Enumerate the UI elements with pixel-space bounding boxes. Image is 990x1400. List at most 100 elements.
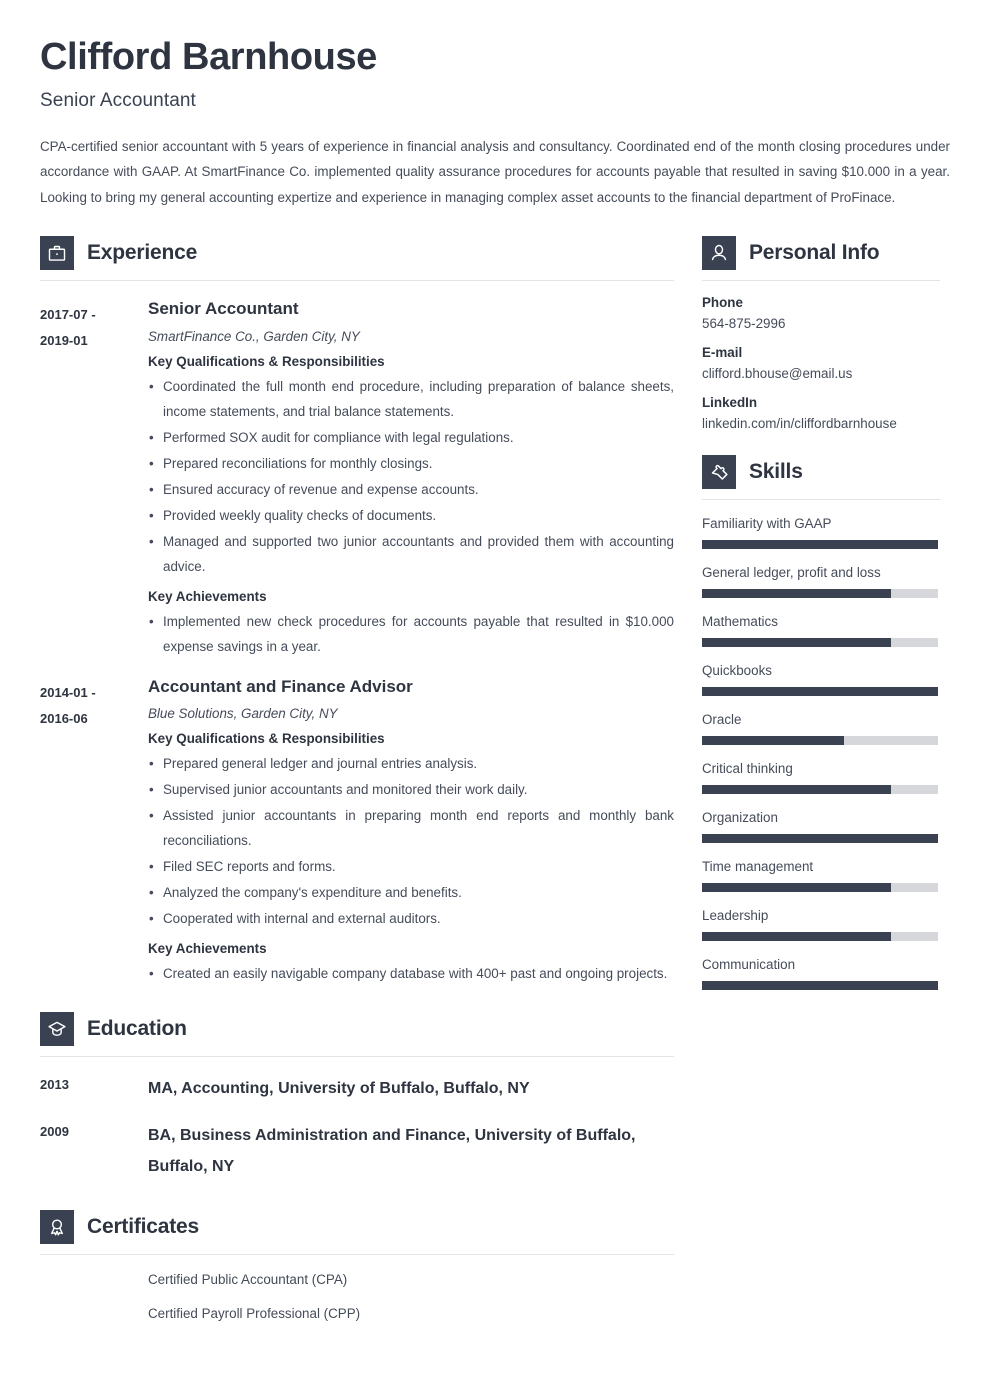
personal-info-item: Phone 564-875-2996 — [702, 295, 940, 331]
skill-item: Time management — [702, 859, 940, 893]
list-item: Assisted junior accountants in preparing… — [148, 803, 674, 853]
list-item: Supervised junior accountants and monito… — [148, 777, 674, 802]
skill-bar-fill — [702, 883, 891, 893]
skill-item: Mathematics — [702, 614, 940, 648]
experience-dates: 2017-07 - 2019-01 — [40, 299, 148, 658]
info-label: E-mail — [702, 345, 743, 361]
skill-name: Quickbooks — [702, 663, 772, 679]
skill-bar-fill — [702, 785, 891, 795]
education-degree: MA, Accounting, University of Buffalo, B… — [148, 1080, 530, 1098]
experience-section-header: Experience — [40, 236, 674, 271]
qualifications-list: Prepared general ledger and journal entr… — [148, 751, 674, 931]
certificates-section-title: Certificates — [87, 1215, 199, 1239]
education-section-header: Education — [40, 1012, 674, 1047]
education-degree: BA, Business Administration and Finance,… — [148, 1127, 636, 1176]
skills-section-title: Skills — [749, 460, 803, 484]
list-item: Coordinated the full month end procedure… — [148, 374, 674, 424]
certificate-entry: Certified Payroll Professional (CPP) — [40, 1305, 674, 1322]
certificate-name: Certified Payroll Professional (CPP) — [148, 1305, 361, 1321]
achievements-list: Created an easily navigable company data… — [148, 961, 674, 986]
skill-item: Communication — [702, 957, 940, 991]
sidebar-column: Personal Info Phone 564-875-2996 E-mail … — [702, 236, 940, 1322]
skill-name: Time management — [702, 859, 814, 875]
skill-item: Leadership — [702, 908, 940, 942]
personal-info-section: Personal Info Phone 564-875-2996 E-mail … — [702, 236, 940, 431]
education-year: 2009 — [40, 1124, 69, 1140]
list-item: Performed SOX audit for compliance with … — [148, 425, 674, 450]
list-item: Filed SEC reports and forms. — [148, 854, 674, 879]
job-role: Senior Accountant — [148, 299, 299, 319]
list-item: Prepared general ledger and journal entr… — [148, 751, 674, 776]
info-label: LinkedIn — [702, 395, 758, 411]
date-end: 2016-06 — [40, 710, 88, 726]
personal-info-item: LinkedIn linkedin.com/in/cliffordbarnhou… — [702, 395, 940, 431]
skill-name: General ledger, profit and loss — [702, 565, 881, 581]
personal-info-section-header: Personal Info — [702, 236, 940, 271]
main-column: Experience 2017-07 - 2019-01 Senior Acco… — [40, 236, 674, 1322]
qualifications-label: Key Qualifications & Responsibilities — [148, 731, 385, 747]
personal-info-item: E-mail clifford.bhouse@email.us — [702, 345, 940, 381]
job-company: Blue Solutions, Garden City, NY — [148, 706, 338, 722]
skill-bar-fill — [702, 589, 891, 599]
skill-bar-track — [702, 785, 938, 795]
skill-bar-track — [702, 687, 938, 697]
phone-value: 564-875-2996 — [702, 316, 786, 332]
experience-entry: 2014-01 - 2016-06 Accountant and Finance… — [40, 677, 674, 986]
skills-section: Skills Familiarity with GAAP General led… — [702, 455, 940, 991]
skill-name: Mathematics — [702, 614, 778, 630]
skill-item: Oracle — [702, 712, 940, 746]
skill-item: Familiarity with GAAP — [702, 516, 940, 550]
certificates-section-header: Certificates — [40, 1210, 674, 1245]
education-section: Education 2013 MA, Accounting, Universit… — [40, 1012, 674, 1182]
skill-bar-track — [702, 638, 938, 648]
skill-item: Quickbooks — [702, 663, 940, 697]
skill-name: Critical thinking — [702, 761, 793, 777]
skill-name: Organization — [702, 810, 778, 826]
skill-bar-fill — [702, 638, 891, 648]
certificate-name: Certified Public Accountant (CPA) — [148, 1272, 348, 1288]
job-company: SmartFinance Co., Garden City, NY — [148, 328, 360, 344]
skill-bar-track — [702, 981, 938, 991]
skill-bar-fill — [702, 981, 938, 991]
list-item: Provided weekly quality checks of docume… — [148, 503, 674, 528]
education-year: 2013 — [40, 1077, 69, 1093]
education-section-title: Education — [87, 1017, 187, 1041]
list-item: Ensured accuracy of revenue and expense … — [148, 477, 674, 502]
personal-info-section-title: Personal Info — [749, 241, 880, 265]
skill-bar-track — [702, 834, 938, 844]
education-entry: 2009 BA, Business Administration and Fin… — [40, 1120, 674, 1182]
skills-section-header: Skills — [702, 455, 940, 490]
skill-bar-track — [702, 932, 938, 942]
certificates-divider — [40, 1254, 674, 1256]
date-end: 2019-01 — [40, 333, 88, 349]
person-icon — [702, 236, 736, 271]
skill-bar-track — [702, 883, 938, 893]
skill-bar-fill — [702, 736, 844, 746]
skill-bar-fill — [702, 687, 938, 697]
candidate-job-title: Senior Accountant — [40, 89, 196, 111]
skill-name: Familiarity with GAAP — [702, 516, 832, 532]
resume-body: Experience 2017-07 - 2019-01 Senior Acco… — [40, 236, 950, 1322]
experience-section: Experience 2017-07 - 2019-01 Senior Acco… — [40, 236, 674, 986]
job-role: Accountant and Finance Advisor — [148, 676, 413, 696]
achievements-list: Implemented new check procedures for acc… — [148, 609, 674, 659]
list-item: Created an easily navigable company data… — [148, 961, 674, 986]
experience-section-title: Experience — [87, 241, 198, 265]
education-entry: 2013 MA, Accounting, University of Buffa… — [40, 1073, 674, 1104]
list-item: Cooperated with internal and external au… — [148, 906, 674, 931]
info-label: Phone — [702, 295, 743, 311]
experience-entry: 2017-07 - 2019-01 Senior Accountant Smar… — [40, 299, 674, 658]
skill-bar-fill — [702, 932, 891, 942]
experience-dates: 2014-01 - 2016-06 — [40, 677, 148, 986]
email-value: clifford.bhouse@email.us — [702, 366, 853, 382]
candidate-name: Clifford Barnhouse — [40, 36, 377, 78]
achievements-label: Key Achievements — [148, 941, 267, 957]
linkedin-value: linkedin.com/in/cliffordbarnhouse — [702, 416, 897, 432]
skills-divider — [702, 499, 940, 501]
list-item: Prepared reconciliations for monthly clo… — [148, 451, 674, 476]
skill-bar-track — [702, 589, 938, 599]
professional-summary: CPA-certified senior accountant with 5 y… — [40, 138, 950, 205]
skill-item: Organization — [702, 810, 940, 844]
certificates-section: Certificates Certified Public Accountant… — [40, 1210, 674, 1322]
personal-info-divider — [702, 280, 940, 282]
